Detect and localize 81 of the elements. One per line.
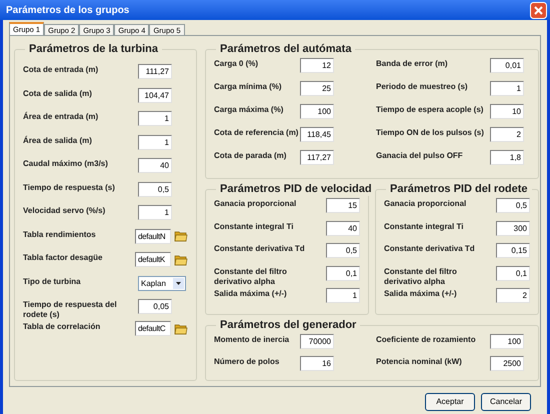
dialog-button[interactable]: Cancelar bbox=[481, 393, 531, 411]
folder-icon[interactable] bbox=[174, 322, 188, 334]
input-field[interactable]: 25 bbox=[300, 81, 334, 96]
close-icon[interactable] bbox=[530, 2, 547, 18]
input-field[interactable]: 104,47 bbox=[138, 88, 172, 102]
field-label: Área de salida (m) bbox=[23, 134, 93, 146]
field-label: Constante integral Ti bbox=[214, 220, 294, 232]
field-label: Velocidad servo (%/s) bbox=[23, 205, 106, 216]
caret-icon[interactable] bbox=[173, 278, 184, 288]
field-label: Cota de referencia (m) bbox=[214, 127, 300, 138]
select-field[interactable]: Kaplan bbox=[138, 276, 186, 290]
input-field[interactable]: 0,5 bbox=[496, 198, 530, 213]
input-field[interactable]: 111,27 bbox=[138, 64, 172, 79]
folder-icon[interactable] bbox=[174, 254, 188, 266]
field-label: Cota de parada (m) bbox=[214, 150, 288, 161]
input-field[interactable]: 2 bbox=[496, 288, 530, 303]
field-label: Carga 0 (%) bbox=[214, 58, 260, 69]
field-label: Carga mínima (%) bbox=[214, 81, 283, 92]
field-label: Tiempo de espera acople (s) bbox=[376, 104, 484, 115]
field-label: Ganacia proporcional bbox=[214, 198, 298, 209]
field-label: Tabla factor desagüe bbox=[23, 252, 104, 263]
field-label: Cota de entrada (m) bbox=[23, 64, 100, 75]
input-field[interactable]: 16 bbox=[300, 356, 334, 371]
field-label: Número de polos bbox=[214, 356, 280, 367]
input-field[interactable]: 1 bbox=[138, 111, 172, 126]
file-field[interactable]: defaultK bbox=[135, 252, 171, 267]
input-field[interactable]: 10 bbox=[490, 104, 524, 119]
field-label: Caudal máximo (m3/s) bbox=[23, 158, 109, 169]
input-field[interactable]: 117,27 bbox=[300, 150, 334, 165]
field-label: Área de entrada (m) bbox=[23, 111, 100, 122]
field-label: Salida máxima (+/-) bbox=[384, 288, 458, 299]
field-label: Tipo de turbina bbox=[23, 276, 82, 286]
field-label: Tiempo ON de los pulsos (s) bbox=[376, 127, 485, 138]
field-label: Periodo de muestreo (s) bbox=[376, 81, 469, 92]
field-label: Tabla de correlación bbox=[23, 321, 102, 332]
field-label: Momento de inercia bbox=[214, 334, 290, 345]
field-label: Cota de salida (m) bbox=[23, 88, 93, 98]
input-field[interactable]: 2 bbox=[490, 127, 524, 142]
file-field[interactable]: defaultC bbox=[135, 321, 171, 336]
input-field[interactable]: 0,5 bbox=[138, 182, 172, 196]
group-title: Parámetros del generador bbox=[216, 318, 360, 332]
field-label: Ganacia del pulso OFF bbox=[376, 150, 464, 161]
input-field[interactable]: 40 bbox=[326, 220, 360, 236]
input-field[interactable]: 0,5 bbox=[326, 243, 360, 258]
field-label: Constante derivativa Td bbox=[384, 243, 476, 254]
input-field[interactable]: 1 bbox=[326, 288, 360, 303]
field-label: Salida máxima (+/-) bbox=[214, 288, 288, 299]
dialog-button[interactable]: Aceptar bbox=[425, 393, 475, 411]
field-label: Potencia nominal (kW) bbox=[376, 356, 463, 367]
field-label: Tiempo de respuesta del rodete (s) bbox=[23, 299, 118, 320]
input-field[interactable]: 0,1 bbox=[326, 266, 360, 280]
field-label: Banda de error (m) bbox=[376, 58, 449, 69]
field-label: Ganacia proporcional bbox=[384, 198, 468, 209]
field-label: Constante del filtro derivativo alpha bbox=[214, 266, 288, 286]
field-label: Coeficiente de rozamiento bbox=[376, 334, 477, 345]
input-field[interactable]: 70000 bbox=[300, 334, 334, 349]
window-title: Parámetros de los grupos bbox=[6, 4, 130, 18]
input-field[interactable]: 100 bbox=[490, 334, 524, 349]
input-field[interactable]: 0,1 bbox=[496, 266, 530, 280]
input-field[interactable]: 0,05 bbox=[138, 299, 172, 314]
input-field[interactable]: 0,15 bbox=[496, 243, 530, 258]
input-field[interactable]: 1 bbox=[138, 205, 172, 220]
input-field[interactable]: 118,45 bbox=[300, 127, 334, 142]
input-field[interactable]: 12 bbox=[300, 58, 334, 73]
input-field[interactable]: 1 bbox=[490, 81, 524, 96]
input-field[interactable]: 1,8 bbox=[490, 150, 524, 165]
folder-icon[interactable] bbox=[174, 230, 188, 242]
input-field[interactable]: 15 bbox=[326, 198, 360, 213]
field-label: Tabla rendimientos bbox=[23, 228, 97, 240]
input-field[interactable]: 1 bbox=[138, 134, 172, 150]
input-field[interactable]: 40 bbox=[138, 158, 172, 173]
field-label: Carga máxima (%) bbox=[214, 104, 284, 115]
input-field[interactable]: 0,01 bbox=[490, 58, 524, 73]
field-label: Tiempo de respuesta (s) bbox=[23, 182, 116, 192]
input-field[interactable]: 300 bbox=[496, 220, 530, 236]
field-label: Constante del filtro derivativo alpha bbox=[384, 266, 458, 286]
field-label: Constante integral Ti bbox=[384, 220, 464, 232]
field-label: Constante derivativa Td bbox=[214, 243, 306, 254]
input-field[interactable]: 100 bbox=[300, 104, 334, 119]
input-field[interactable]: 2500 bbox=[490, 356, 524, 371]
file-field[interactable]: defaultN bbox=[135, 228, 171, 244]
